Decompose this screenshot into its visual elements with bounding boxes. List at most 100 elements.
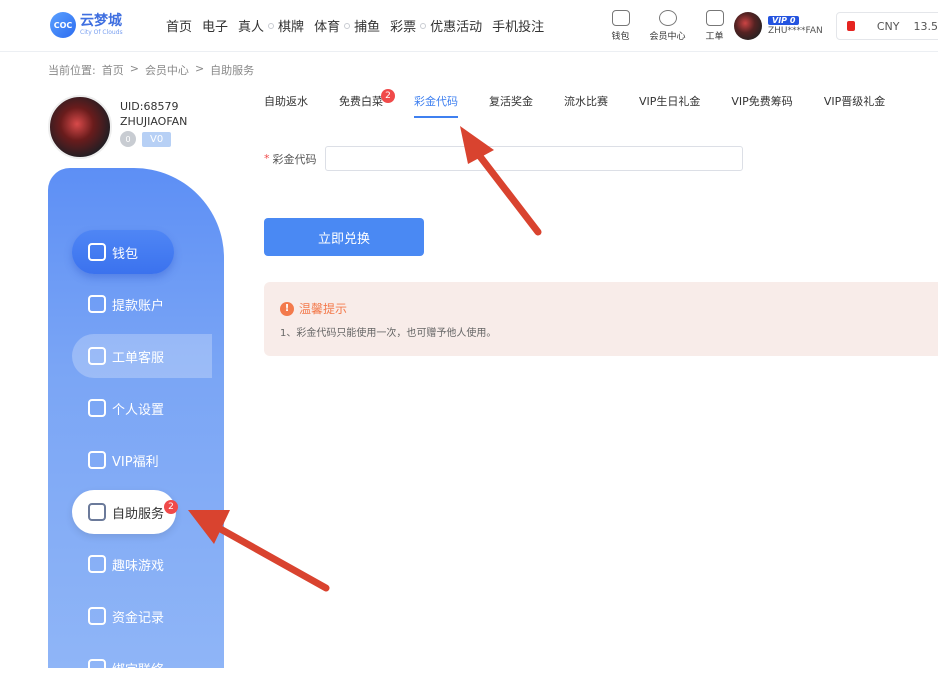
notification-badge: 2 [164, 500, 178, 514]
username: ZHU****FAN [768, 26, 823, 36]
tips-title: 温馨提示 [299, 300, 347, 317]
tab-label: VIP免费筹码 [731, 95, 792, 108]
main-nav: 首页 电子 真人 棋牌 体育 捕鱼 彩票 优惠活动 手机投注 [166, 16, 554, 35]
money-icon [88, 607, 106, 625]
nav-home[interactable]: 首页 [166, 16, 192, 35]
sidebar-item-label: 钱包 [112, 243, 138, 262]
sidebar: 钱包 提款账户 工单客服 个人设置 VIP福利 自助服务 2 趣味游戏 资金记录… [48, 168, 224, 668]
logo-mark: COC [50, 12, 76, 38]
nav-mobile[interactable]: 手机投注 [492, 16, 544, 35]
tab-self-rebate[interactable]: 自助返水 [264, 86, 308, 118]
tab-label: VIP生日礼金 [639, 95, 700, 108]
breadcrumb-current: 自助服务 [210, 62, 254, 78]
tips-text: 1、彩金代码只能使用一次，也可赠予他人使用。 [280, 324, 496, 339]
sidebar-item-fun-games[interactable]: 趣味游戏 [72, 542, 212, 586]
link-icon [88, 659, 106, 677]
warning-icon: ! [280, 302, 294, 316]
self-service-icon [88, 503, 106, 521]
sidebar-item-label: 工单客服 [112, 347, 164, 366]
balance-box[interactable]: CNY 13.50 [836, 12, 938, 40]
top-bar: COC 云梦城 City Of Clouds 首页 电子 真人 棋牌 体育 捕鱼… [0, 0, 938, 52]
tab-vip-free-chips[interactable]: VIP免费筹码 [731, 86, 792, 118]
nav-promotions[interactable]: 优惠活动 [430, 16, 482, 35]
sidebar-item-contact-binding[interactable]: 绑定联络 [72, 646, 212, 690]
breadcrumb: 当前位置: 首页 > 会员中心 > 自助服务 [48, 62, 260, 78]
breadcrumb-member-center[interactable]: 会员中心 [145, 62, 189, 78]
tool-ticket[interactable]: 工单 [692, 10, 737, 42]
tab-label: 流水比赛 [564, 95, 608, 108]
nav-live[interactable]: 真人 [238, 16, 264, 35]
tool-member-center[interactable]: 会员中心 [645, 10, 690, 42]
profile-card: UID:68579 ZHUJIAOFAN 0 V0 [48, 95, 187, 159]
nav-dot-icon [420, 23, 426, 29]
sidebar-item-self-service[interactable]: 自助服务 2 [72, 490, 176, 534]
bonus-code-label: 彩金代码 [273, 151, 317, 167]
avatar [734, 12, 762, 40]
bonus-code-row: * 彩金代码 [264, 146, 743, 171]
nav-cards[interactable]: 棋牌 [278, 16, 304, 35]
wallet-icon [88, 243, 106, 261]
redeem-button[interactable]: 立即兑换 [264, 218, 424, 256]
breadcrumb-separator: > [130, 62, 139, 78]
tab-label: 免费白菜 [339, 95, 383, 108]
level-tag: V0 [142, 132, 171, 147]
tab-revival-bonus[interactable]: 复活奖金 [489, 86, 533, 118]
breadcrumb-label: 当前位置: [48, 62, 96, 78]
logo-subtitle: City Of Clouds [80, 30, 123, 36]
tab-bonus-code[interactable]: 彩金代码 [414, 86, 458, 118]
sidebar-item-label: 提款账户 [112, 295, 164, 314]
breadcrumb-separator: > [195, 62, 204, 78]
nav-lottery[interactable]: 彩票 [390, 16, 416, 35]
nav-slots[interactable]: 电子 [202, 16, 228, 35]
site-logo[interactable]: COC 云梦城 City Of Clouds [50, 12, 123, 38]
sidebar-item-label: VIP福利 [112, 451, 159, 470]
sidebar-item-ticket-service[interactable]: 工单客服 [72, 334, 212, 378]
tab-turnover-contest[interactable]: 流水比赛 [564, 86, 608, 118]
tool-wallet[interactable]: 钱包 [598, 10, 643, 42]
currency-code: CNY [877, 20, 900, 33]
sidebar-item-label: 个人设置 [112, 399, 164, 418]
nav-sports[interactable]: 体育 [314, 16, 340, 35]
tool-ticket-label: 工单 [692, 29, 737, 42]
sidebar-item-vip-benefits[interactable]: VIP福利 [72, 438, 212, 482]
tab-vip-birthday[interactable]: VIP生日礼金 [639, 86, 700, 118]
sidebar-item-label: 资金记录 [112, 607, 164, 626]
sidebar-item-label: 绑定联络 [112, 659, 164, 678]
required-mark: * [264, 152, 270, 165]
diamond-icon [88, 451, 106, 469]
tab-label: 自助返水 [264, 95, 308, 108]
vip-badge: VIP 0 [768, 16, 799, 25]
sidebar-item-label: 趣味游戏 [112, 555, 164, 574]
logo-name: 云梦城 [80, 14, 123, 28]
tab-label: 复活奖金 [489, 95, 533, 108]
header-tools: 钱包 会员中心 工单 [598, 10, 739, 42]
arrow-to-bonus-code-tab [460, 126, 538, 232]
tab-vip-promotion[interactable]: VIP晋级礼金 [824, 86, 885, 118]
withdraw-icon [88, 295, 106, 313]
sidebar-item-fund-records[interactable]: 资金记录 [72, 594, 212, 638]
tab-free-bonus[interactable]: 免费白菜 2 [339, 86, 383, 118]
sidebar-item-label: 自助服务 [112, 503, 164, 522]
china-flag-icon [847, 21, 855, 31]
user-menu[interactable]: VIP 0 ZHU****FAN [734, 12, 823, 40]
service-tabs: 自助返水 免费白菜 2 彩金代码 复活奖金 流水比赛 VIP生日礼金 VIP免费… [264, 86, 938, 118]
sidebar-item-wallet[interactable]: 钱包 [72, 230, 174, 274]
id-card-icon [88, 399, 106, 417]
tab-label: VIP晋级礼金 [824, 95, 885, 108]
breadcrumb-home[interactable]: 首页 [102, 62, 124, 78]
nav-fishing[interactable]: 捕鱼 [354, 16, 380, 35]
balance-value: 13.50 [914, 20, 938, 33]
tool-wallet-label: 钱包 [598, 29, 643, 42]
headset-icon [659, 10, 677, 26]
tool-member-label: 会员中心 [645, 29, 690, 42]
wallet-icon [612, 10, 630, 26]
sidebar-item-personal-settings[interactable]: 个人设置 [72, 386, 212, 430]
avatar[interactable] [48, 95, 112, 159]
nav-dot-icon [344, 23, 350, 29]
bonus-code-input[interactable] [325, 146, 743, 171]
document-icon [706, 10, 724, 26]
sidebar-item-withdraw-account[interactable]: 提款账户 [72, 282, 212, 326]
notification-badge: 2 [381, 89, 395, 103]
tab-label: 彩金代码 [414, 95, 458, 108]
level-medal-icon: 0 [120, 131, 136, 147]
